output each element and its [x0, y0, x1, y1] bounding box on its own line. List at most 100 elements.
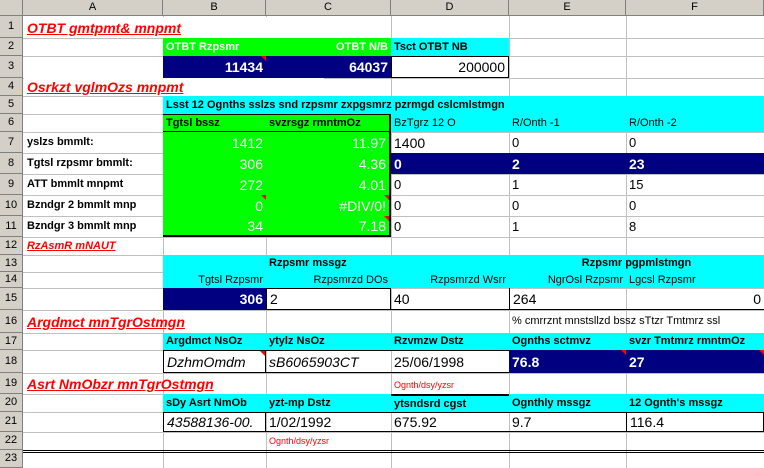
- cell-c11[interactable]: 7.18: [266, 216, 391, 237]
- row-header-3[interactable]: 3: [0, 56, 23, 78]
- cell-b14-header[interactable]: Tgtsl Rzpsmr: [163, 272, 266, 288]
- cell-b7[interactable]: 1412: [163, 132, 266, 153]
- cell-d11[interactable]: 0: [391, 216, 509, 237]
- cell-f18[interactable]: 27: [626, 350, 764, 373]
- cell-b11[interactable]: 34: [163, 216, 266, 237]
- row-header-21[interactable]: 21: [0, 412, 23, 432]
- cell-d20-header[interactable]: ytsndsrd cgst: [391, 394, 509, 412]
- cell-c15[interactable]: 2: [266, 288, 391, 310]
- row-header-9[interactable]: 9: [0, 174, 23, 195]
- cell-c13-header[interactable]: Rzpsmr mssgz: [266, 255, 509, 272]
- cell-c10[interactable]: #DIV/0!: [266, 195, 391, 216]
- row-header-11[interactable]: 11: [0, 216, 23, 237]
- row-header-13[interactable]: 13: [0, 255, 23, 272]
- column-header-d[interactable]: D: [391, 0, 509, 16]
- cell-d18[interactable]: 25/06/1998: [391, 350, 509, 373]
- cell-d3-value[interactable]: 200000: [391, 56, 509, 78]
- cell-f17-header[interactable]: svzr Tmtmrz rmntmOz: [626, 333, 764, 350]
- cell-f7[interactable]: 0: [626, 132, 764, 153]
- cell-e21[interactable]: 9.7: [509, 412, 626, 432]
- row-label[interactable]: Bzndgr 2 bmmlt mnp: [24, 195, 163, 216]
- cell-b2-header[interactable]: OTBT Rzpsmr: [163, 38, 266, 56]
- row-header-7[interactable]: 7: [0, 132, 23, 153]
- cell-e8[interactable]: 2: [509, 153, 626, 174]
- cell-e10[interactable]: 0: [509, 195, 626, 216]
- cell-d10[interactable]: 0: [391, 195, 509, 216]
- row-header-2[interactable]: 2: [0, 38, 23, 56]
- cell-e15[interactable]: 264: [509, 288, 626, 310]
- cell-b18[interactable]: DzhmOmdm: [163, 350, 266, 373]
- column-header-b[interactable]: B: [163, 0, 266, 16]
- column-header-a[interactable]: A: [23, 0, 163, 16]
- cell-e6-header[interactable]: R/Onth -1: [509, 114, 626, 132]
- column-header-e[interactable]: E: [509, 0, 626, 16]
- row-header-4[interactable]: 4: [0, 78, 23, 96]
- cell-e7[interactable]: 0: [509, 132, 626, 153]
- row-label[interactable]: ATT bmmlt mnpmt: [24, 174, 163, 195]
- section-title-4[interactable]: Argdmct mnTgrOstmgn: [24, 310, 324, 333]
- cell-c3-value[interactable]: 64037: [266, 56, 391, 78]
- cell-d8[interactable]: 0: [391, 153, 509, 174]
- cell-b9[interactable]: 272: [163, 174, 266, 195]
- cell-f21[interactable]: 116.4: [626, 412, 764, 432]
- row-header-16[interactable]: 16: [0, 310, 23, 333]
- cell-e17-header[interactable]: Ognths sctmvz: [509, 333, 626, 350]
- cell-c14-header[interactable]: Rzpsmrzd DOs: [266, 272, 391, 288]
- row-header-14[interactable]: 14: [0, 272, 23, 288]
- row-header-6[interactable]: 6: [0, 114, 23, 132]
- cell-f20-header[interactable]: 12 Ognth's mssgz: [626, 394, 764, 412]
- cell-f14-header[interactable]: Lgcsl Rzpsmr: [626, 272, 764, 288]
- cell-c17-header[interactable]: ytylz NsOz: [266, 333, 391, 350]
- row-header-22[interactable]: 22: [0, 432, 23, 450]
- select-all-corner[interactable]: [0, 0, 23, 16]
- row-header-18[interactable]: 18: [0, 350, 23, 373]
- cell-c2-header[interactable]: OTBT N/B: [266, 38, 391, 56]
- cell-b3-value[interactable]: 11434: [163, 56, 266, 78]
- cell-c20-header[interactable]: yzt-mp Dstz: [266, 394, 391, 412]
- cell-f10[interactable]: 0: [626, 195, 764, 216]
- row-header-5[interactable]: 5: [0, 96, 23, 114]
- cell-d6-header[interactable]: BzTgrz 12 O: [391, 114, 509, 132]
- cell-d15[interactable]: 40: [391, 288, 509, 310]
- cell-e11[interactable]: 1: [509, 216, 626, 237]
- cell-b20-header[interactable]: sDy Asrt NmOb: [163, 394, 266, 412]
- cell-c8[interactable]: 4.36: [266, 153, 391, 174]
- column-header-f[interactable]: F: [626, 0, 764, 16]
- section-title-1[interactable]: OTBT gmtpmt& mnpmt: [24, 17, 324, 38]
- row-header-8[interactable]: 8: [0, 153, 23, 174]
- cell-e16-note[interactable]: % cmrrznt mnstsllzd bssz sTtzr Tmtmrz ss…: [509, 310, 764, 333]
- cell-f11[interactable]: 8: [626, 216, 764, 237]
- cell-d17-header[interactable]: Rzvmzw Dstz: [391, 333, 509, 350]
- row-header-19[interactable]: 19: [0, 373, 23, 394]
- row-header-17[interactable]: 17: [0, 333, 23, 350]
- cell-c6-header[interactable]: svzrsgz rmntmOz: [266, 114, 391, 132]
- cell-c9[interactable]: 4.01: [266, 174, 391, 195]
- cell-d9[interactable]: 0: [391, 174, 509, 195]
- cell-e20-header[interactable]: Ognthly mssgz: [509, 394, 626, 412]
- row-label[interactable]: Bzndgr 3 bmmlt mnp: [24, 216, 163, 237]
- cell-c22-format[interactable]: Ognth/dsy/yzsr: [266, 432, 391, 450]
- section-title-3[interactable]: RzAsmR mNAUT: [24, 237, 163, 255]
- cell-f6-header[interactable]: R/Onth -2: [626, 114, 764, 132]
- row-label[interactable]: yslzs bmmlt:: [24, 132, 163, 153]
- cell-d19-format[interactable]: Ognth/dsy/yzsr: [391, 373, 509, 394]
- row-header-1[interactable]: 1: [0, 16, 23, 38]
- cell-b6-header[interactable]: Tgtsl bssz: [163, 114, 266, 132]
- cell-b17-header[interactable]: Argdmct NsOz: [163, 333, 266, 350]
- cell-d7[interactable]: 1400: [391, 132, 509, 153]
- cell-b10[interactable]: 0: [163, 195, 266, 216]
- cell-b5-banner[interactable]: Lsst 12 Ognths sslzs snd rzpsmr zxpgsmrz…: [163, 96, 764, 114]
- section-title-5[interactable]: Asrt NmObzr mnTgrOstmgn: [24, 373, 324, 394]
- cell-b15[interactable]: 306: [163, 288, 266, 310]
- cell-f15[interactable]: 0: [626, 288, 764, 310]
- cell-b21[interactable]: 43588136-00.: [163, 412, 266, 432]
- cell-e18[interactable]: 76.8: [509, 350, 626, 373]
- cell-c7[interactable]: 11.97: [266, 132, 391, 153]
- cell-e14-header[interactable]: NgrOsl Rzpsmr: [509, 272, 626, 288]
- row-header-15[interactable]: 15: [0, 288, 23, 310]
- row-header-10[interactable]: 10: [0, 195, 23, 216]
- cell-e9[interactable]: 1: [509, 174, 626, 195]
- cell-c18[interactable]: sB6065903CT: [266, 350, 391, 373]
- cell-f9[interactable]: 15: [626, 174, 764, 195]
- cell-d14-header[interactable]: Rzpsmrzd Wsrr: [391, 272, 509, 288]
